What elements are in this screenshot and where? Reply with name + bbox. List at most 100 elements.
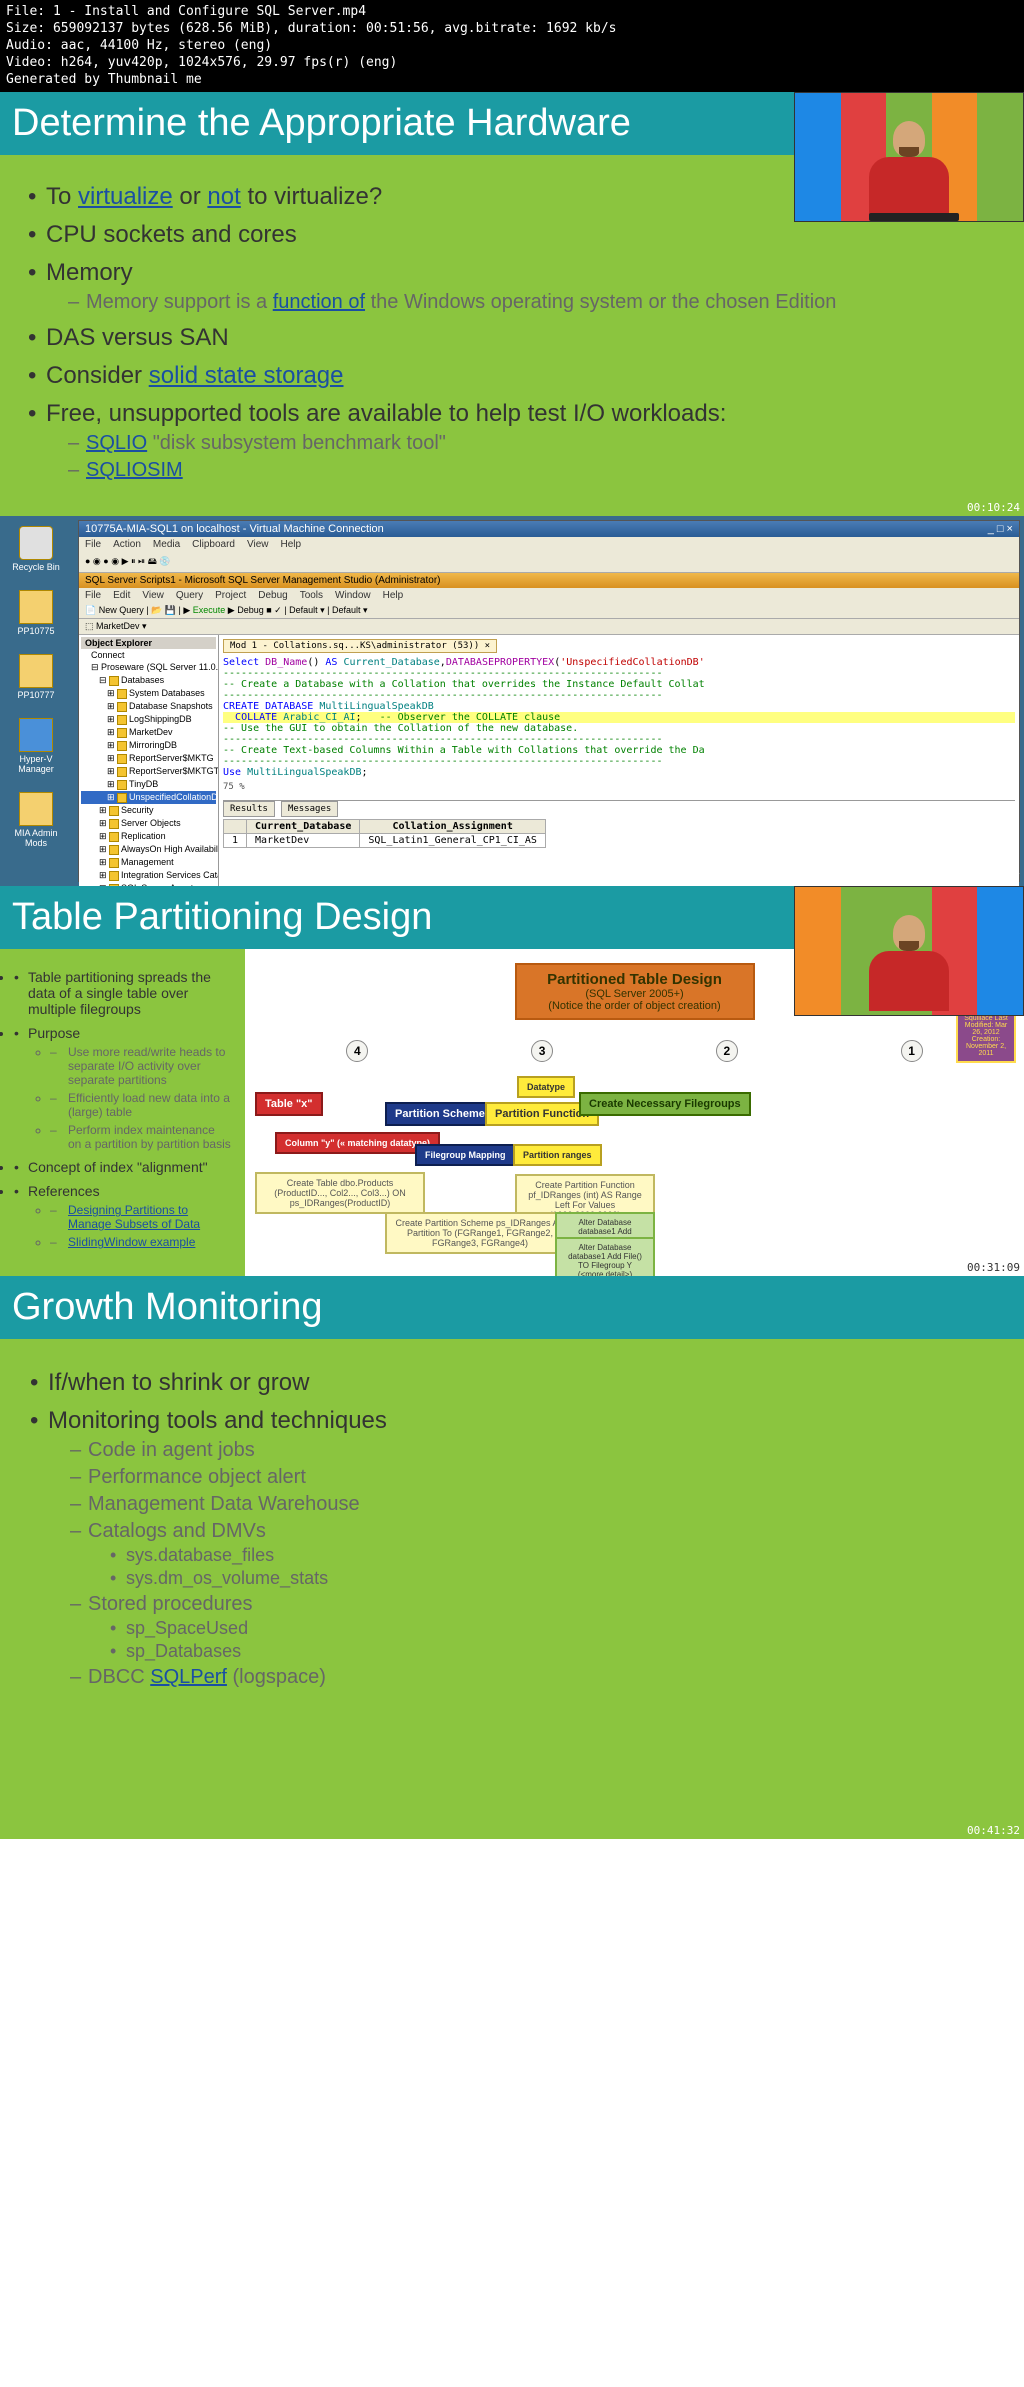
- db-dropdown[interactable]: Default: [289, 605, 318, 615]
- timestamp: 00:41:32: [967, 1824, 1020, 1837]
- editor-tab[interactable]: Mod 1 - Collations.sq...KS\administrator…: [223, 639, 497, 653]
- icon-recycle-bin[interactable]: Recycle Bin: [6, 526, 66, 572]
- link-solid-state[interactable]: solid state storage: [149, 362, 344, 389]
- desktop-icons: Recycle Bin PP10775 PP10777 Hyper-V Mana…: [6, 526, 66, 866]
- icon-pp10775[interactable]: PP10775: [6, 590, 66, 636]
- subsub-bullet: sys.dm_os_volume_stats: [110, 1568, 994, 1589]
- tree-item[interactable]: ⊞ Replication: [81, 830, 216, 843]
- db-context-dropdown[interactable]: MarketDev: [96, 621, 140, 631]
- ssms-toolbar[interactable]: 📄 New Query | 📂 💾 | ▶ Execute ▶ Debug ■ …: [79, 603, 1019, 619]
- box-table: Table "x": [255, 1092, 323, 1116]
- bullet-memory: Memory Memory support is a function of t…: [28, 259, 996, 314]
- box-ranges: Partition ranges: [513, 1144, 602, 1166]
- tree-item[interactable]: ⊞ Database Snapshots: [81, 700, 216, 713]
- tree-item[interactable]: ⊞ MirroringDB: [81, 739, 216, 752]
- link-sqlio[interactable]: SQLIO: [86, 432, 147, 454]
- bullet: Table partitioning spreads the data of a…: [14, 969, 231, 1017]
- step-2: 2: [716, 1040, 738, 1062]
- audio-line: Audio: aac, 44100 Hz, stereo (eng): [6, 38, 1018, 55]
- object-explorer[interactable]: Object Explorer Connect ⊟ Proseware (SQL…: [79, 635, 219, 886]
- sub-bullet: SlidingWindow example: [50, 1235, 231, 1249]
- icon-mia-admin[interactable]: MIA Admin Mods: [6, 792, 66, 848]
- ssms-menubar[interactable]: FileEditViewQueryProjectDebugToolsWindow…: [79, 588, 1019, 603]
- step-3: 3: [531, 1040, 553, 1062]
- new-query-button[interactable]: New Query: [99, 605, 144, 615]
- bullet-cpu: CPU sockets and cores: [28, 221, 996, 249]
- presenter-webcam: [794, 92, 1024, 222]
- zoom-level[interactable]: 75 %: [223, 782, 1015, 792]
- presenter-figure: [869, 915, 949, 1015]
- tree-item[interactable]: ⊞ Management: [81, 856, 216, 869]
- tree-item[interactable]: ⊞ Integration Services Catalogs: [81, 869, 216, 882]
- results-grid[interactable]: Current_DatabaseCollation_Assignment 1Ma…: [223, 819, 546, 848]
- sub-bullet: Catalogs and DMVs sys.database_files sys…: [70, 1520, 994, 1589]
- tree-item-selected[interactable]: ⊞ UnspecifiedCollationDB: [81, 791, 216, 804]
- tree-item[interactable]: ⊞ TinyDB: [81, 778, 216, 791]
- icon-hyperv[interactable]: Hyper-V Manager: [6, 718, 66, 774]
- note-ps: Create Partition Scheme ps_IDRanges AS P…: [385, 1212, 575, 1254]
- sub-bullet: Code in agent jobs: [70, 1439, 994, 1462]
- link-designing-partitions[interactable]: Designing Partitions to Manage Subsets o…: [68, 1203, 200, 1231]
- tree-item[interactable]: ⊞ MarketDev: [81, 726, 216, 739]
- partition-text-panel: Table partitioning spreads the data of a…: [0, 949, 245, 1276]
- sub-sqlio: SQLIO "disk subsystem benchmark tool": [68, 432, 996, 455]
- box-scheme: Partition Scheme: [385, 1102, 495, 1126]
- sub-bullet: Perform index maintenance on a partition…: [50, 1123, 231, 1151]
- bullet-das-san: DAS versus SAN: [28, 324, 996, 352]
- size-line: Size: 659092137 bytes (628.56 MiB), dura…: [6, 21, 1018, 38]
- vm-toolbar[interactable]: ● ◉ ● ◉ ▶ ⏸ ⏯ 🖴 💿: [79, 552, 1019, 573]
- subsub-bullet: sys.database_files: [110, 1545, 994, 1566]
- databases-node[interactable]: ⊟ Databases: [81, 674, 216, 687]
- tree-item[interactable]: ⊞ ReportServer$MKTGTempDB: [81, 765, 216, 778]
- tree-item[interactable]: ⊞ LogShippingDB: [81, 713, 216, 726]
- ssms-toolbar-2[interactable]: ⬚ MarketDev ▾: [79, 619, 1019, 635]
- step-1: 1: [901, 1040, 923, 1062]
- results-tab[interactable]: Results: [223, 801, 275, 817]
- vm-menubar[interactable]: FileActionMediaClipboardViewHelp: [79, 537, 1019, 552]
- server-node[interactable]: ⊟ Proseware (SQL Server 11.0.2100 - ADVE…: [81, 661, 216, 674]
- link-sliding-window[interactable]: SlidingWindow example: [68, 1235, 195, 1249]
- link-function-of[interactable]: function of: [273, 291, 365, 313]
- icon-pp10777[interactable]: PP10777: [6, 654, 66, 700]
- note-create-table: Create Table dbo.Products (ProductID...,…: [255, 1172, 425, 1214]
- box-create-fg: Create Necessary Filegroups: [579, 1092, 751, 1116]
- video-line: Video: h264, yuv420p, 1024x576, 29.97 fp…: [6, 55, 1018, 72]
- vm-titlebar: 10775A-MIA-SQL1 on localhost - Virtual M…: [79, 521, 1019, 537]
- connect-button[interactable]: Connect: [81, 649, 216, 661]
- sql-editor[interactable]: Mod 1 - Collations.sq...KS\administrator…: [219, 635, 1019, 886]
- debug-button[interactable]: Debug: [237, 605, 264, 615]
- window-controls[interactable]: _ □ ×: [988, 523, 1013, 535]
- execute-button[interactable]: Execute: [193, 605, 226, 615]
- sub-memory: Memory support is a function of the Wind…: [68, 291, 996, 314]
- subsub-bullet: sp_Databases: [110, 1641, 994, 1662]
- link-not[interactable]: not: [207, 183, 240, 210]
- tree-item[interactable]: ⊞ Security: [81, 804, 216, 817]
- tree-item[interactable]: ⊞ ReportServer$MKTG: [81, 752, 216, 765]
- timestamp: 00:20:47: [967, 871, 1020, 884]
- box-fgmap: Filegroup Mapping: [415, 1144, 516, 1166]
- step-4: 4: [346, 1040, 368, 1062]
- bullet: Purpose Use more read/write heads to sep…: [14, 1025, 231, 1151]
- bullet-ssd: Consider solid state storage: [28, 362, 996, 390]
- video-metadata-header: File: 1 - Install and Configure SQL Serv…: [0, 0, 1024, 92]
- link-virtualize[interactable]: virtualize: [78, 183, 173, 210]
- sub-bullet: Management Data Warehouse: [70, 1493, 994, 1516]
- sub-bullet: DBCC SQLPerf (logspace): [70, 1666, 994, 1689]
- link-sqliosim[interactable]: SQLIOSIM: [86, 459, 183, 481]
- diagram-title-box: Partitioned Table Design (SQL Server 200…: [515, 963, 755, 1020]
- link-sqlperf[interactable]: SQLPerf: [150, 1666, 227, 1688]
- bullet-tools: Free, unsupported tools are available to…: [28, 400, 996, 482]
- tree-item[interactable]: ⊞ Server Objects: [81, 817, 216, 830]
- slide-hardware: Determine the Appropriate Hardware To vi…: [0, 92, 1024, 516]
- bullet: Concept of index "alignment": [14, 1159, 231, 1175]
- results-pane: Results Messages Current_DatabaseCollati…: [223, 800, 1015, 848]
- sub-bullet: Efficiently load new data into a (large)…: [50, 1091, 231, 1119]
- generated-line: Generated by Thumbnail me: [6, 72, 1018, 89]
- sub-bullet: Performance object alert: [70, 1466, 994, 1489]
- tree-item[interactable]: ⊞ AlwaysOn High Availability: [81, 843, 216, 856]
- bullet: Monitoring tools and techniques Code in …: [30, 1407, 994, 1689]
- presenter-figure: [869, 121, 949, 221]
- slide-title: Growth Monitoring: [0, 1276, 1024, 1339]
- messages-tab[interactable]: Messages: [281, 801, 338, 817]
- tree-item[interactable]: ⊞ System Databases: [81, 687, 216, 700]
